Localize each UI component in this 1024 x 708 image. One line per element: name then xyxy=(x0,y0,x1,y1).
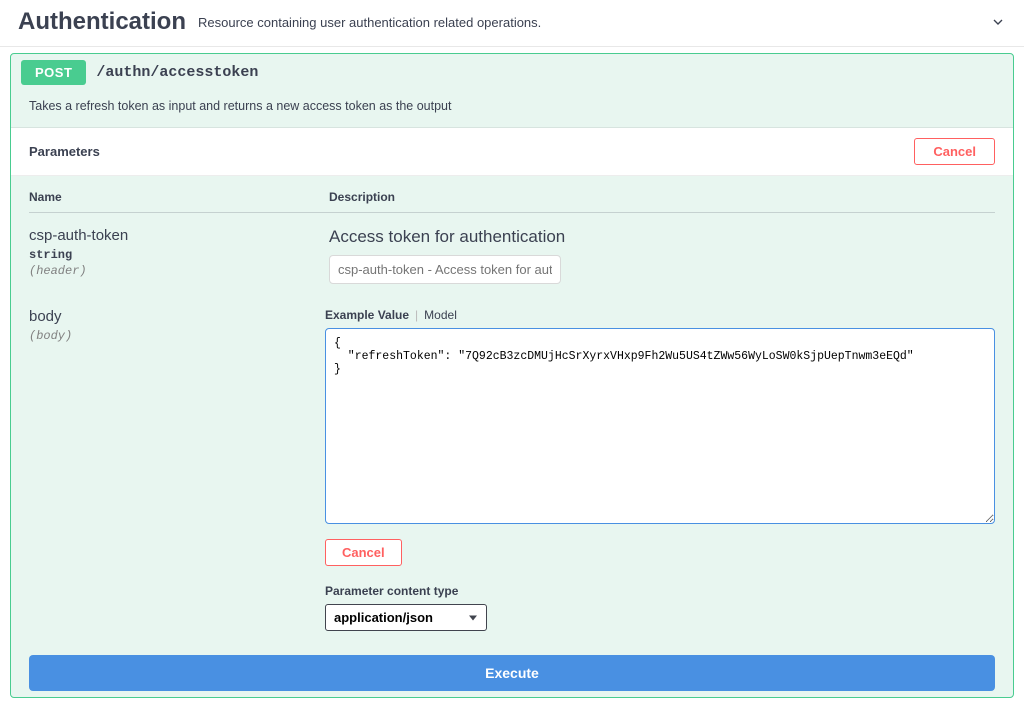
endpoint-panel: POST /authn/accesstoken Takes a refresh … xyxy=(10,53,1014,698)
param-desc-cell: Example Value | Model Cancel Parameter con… xyxy=(325,308,995,631)
param-description-title: Access token for authentication xyxy=(329,227,995,247)
parameter-content-type-label: Parameter content type xyxy=(325,584,995,598)
parameter-content-type-select[interactable]: application/json xyxy=(325,604,487,631)
chevron-down-icon[interactable] xyxy=(990,14,1006,30)
column-header-name: Name xyxy=(29,190,329,204)
param-location: (header) xyxy=(29,264,329,278)
tab-divider: | xyxy=(415,308,418,322)
csp-auth-token-input[interactable] xyxy=(329,255,561,284)
parameters-table: Name Description csp-auth-token string (… xyxy=(11,176,1013,639)
body-tabs: Example Value | Model xyxy=(325,308,995,322)
param-name-cell: csp-auth-token string (header) xyxy=(29,227,329,284)
parameters-title: Parameters xyxy=(29,144,914,159)
tab-example-value[interactable]: Example Value xyxy=(325,308,409,322)
endpoint-description: Takes a refresh token as input and retur… xyxy=(11,91,1013,128)
param-type: string xyxy=(29,248,329,262)
resource-description: Resource containing user authentication … xyxy=(198,15,990,30)
endpoint-path: /authn/accesstoken xyxy=(96,64,258,81)
cancel-try-out-button[interactable]: Cancel xyxy=(914,138,995,165)
resource-title: Authentication xyxy=(18,8,186,36)
cancel-body-button[interactable]: Cancel xyxy=(325,539,402,566)
parameters-table-head: Name Description xyxy=(29,190,995,213)
http-method-badge: POST xyxy=(21,60,86,85)
parameters-bar: Parameters Cancel xyxy=(11,128,1013,176)
param-name: body xyxy=(29,308,325,325)
tab-model[interactable]: Model xyxy=(424,308,457,322)
execute-row: Execute xyxy=(11,639,1013,697)
body-cancel-row: Cancel xyxy=(325,539,995,566)
resource-header: Authentication Resource containing user … xyxy=(0,0,1024,47)
table-row: body (body) Example Value | Model Cancel P… xyxy=(29,304,995,635)
table-row: csp-auth-token string (header) Access to… xyxy=(29,223,995,304)
request-body-textarea[interactable] xyxy=(325,328,995,524)
param-name-cell: body (body) xyxy=(29,308,325,631)
param-name: csp-auth-token xyxy=(29,227,329,244)
parameter-content-type-wrap: application/json xyxy=(325,604,487,631)
param-location: (body) xyxy=(29,329,325,343)
param-desc-cell: Access token for authentication xyxy=(329,227,995,284)
execute-button[interactable]: Execute xyxy=(29,655,995,691)
endpoint-header[interactable]: POST /authn/accesstoken xyxy=(11,54,1013,91)
column-header-description: Description xyxy=(329,190,995,204)
